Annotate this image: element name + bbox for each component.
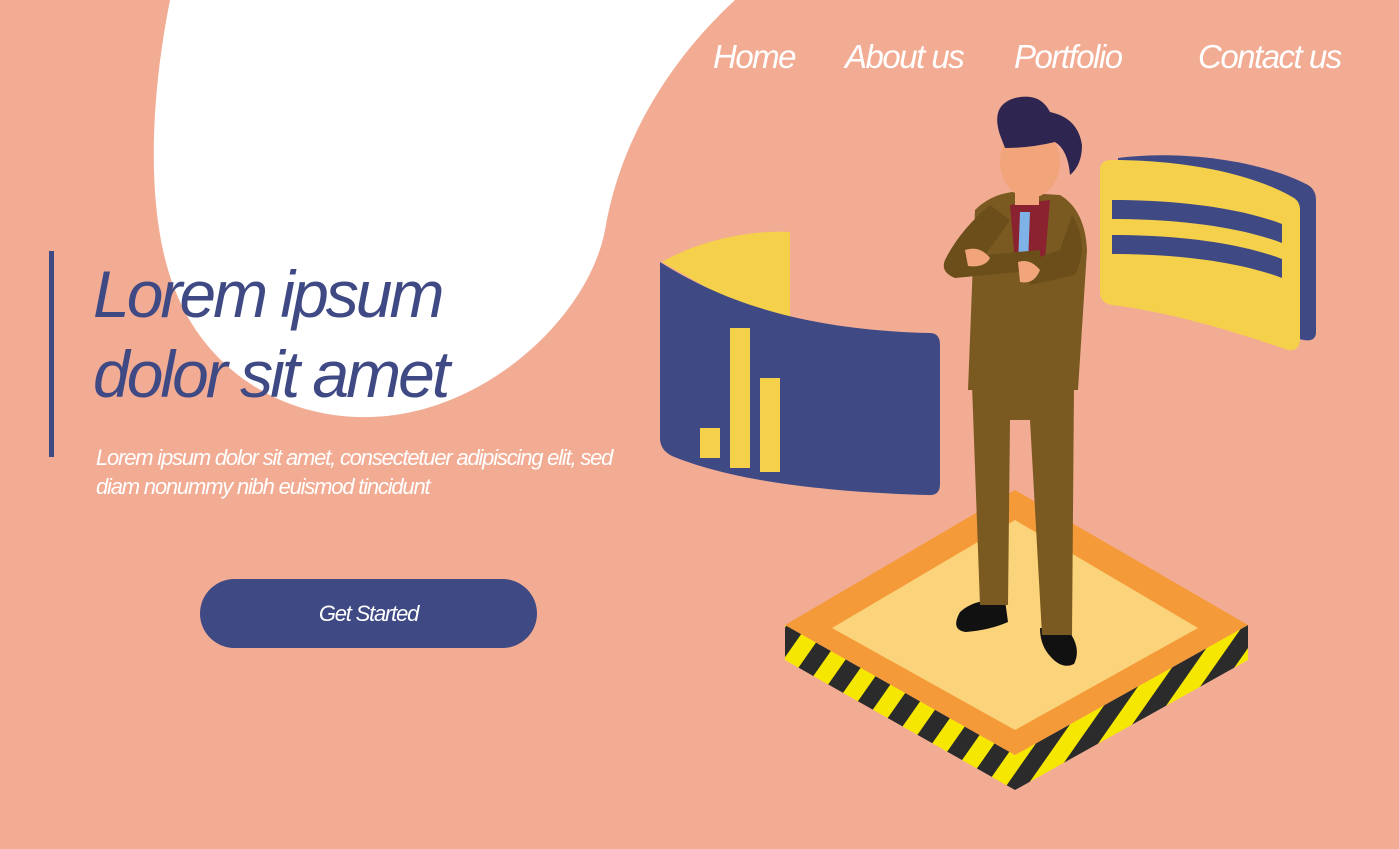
- nav-about-link[interactable]: About us: [845, 38, 965, 76]
- hero-title-line-2: dolor sit amet: [93, 337, 450, 411]
- get-started-button[interactable]: Get Started: [200, 579, 537, 648]
- landing-page: Home About us Portfolio Contact us Lorem…: [0, 0, 1399, 849]
- bar-chart-panel-icon: [660, 231, 940, 496]
- hero-title: Lorem ipsum dolor sit amet: [93, 254, 450, 414]
- accent-bar: [49, 251, 54, 457]
- nav-home-link[interactable]: Home: [713, 38, 797, 76]
- businessman-illustration: [660, 96, 1316, 790]
- top-navigation: Home About us Portfolio Contact us: [0, 38, 1399, 88]
- hero-description: Lorem ipsum dolor sit amet, consectetuer…: [96, 445, 613, 499]
- text-lines-panel-icon: [1100, 155, 1316, 351]
- hazard-platform: [785, 490, 1248, 790]
- nav-portfolio-link[interactable]: Portfolio: [1014, 38, 1123, 76]
- nav-contact-link[interactable]: Contact us: [1198, 38, 1342, 76]
- hero-title-line-1: Lorem ipsum: [93, 257, 444, 331]
